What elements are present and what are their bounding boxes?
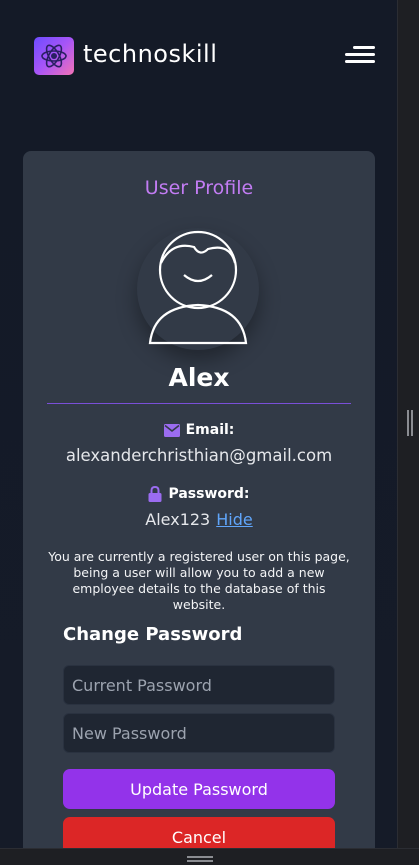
lock-icon [148, 486, 162, 502]
grip-icon [187, 856, 213, 862]
profile-card: User Profile Alex Email: alexanderchrist… [23, 151, 375, 865]
password-label-row: Password: [23, 486, 375, 502]
envelope-icon [163, 423, 180, 437]
avatar [134, 225, 262, 350]
atom-icon-glyph [41, 44, 67, 68]
change-password-title: Change Password [63, 624, 243, 645]
app-page: technoskill User Profile Alex Email: ale… [0, 0, 397, 865]
email-label-row: Email: [23, 422, 375, 438]
new-password-input[interactable] [63, 713, 335, 753]
current-password-input[interactable] [63, 665, 335, 705]
hide-password-link[interactable]: Hide [216, 510, 252, 529]
email-label: Email: [185, 422, 235, 438]
password-label: Password: [168, 486, 250, 502]
email-value: alexanderchristhian@gmail.com [65, 446, 333, 465]
atom-icon[interactable] [34, 37, 74, 75]
grip-icon [407, 410, 413, 436]
info-text: You are currently a registered user on t… [48, 549, 350, 612]
card-title: User Profile [144, 177, 254, 199]
horizontal-resize-handle[interactable] [0, 848, 419, 865]
header: technoskill [0, 0, 397, 112]
password-value: Alex123 [145, 510, 211, 529]
password-row: Alex123 Hide [23, 510, 375, 529]
user-name: Alex [168, 363, 230, 392]
update-password-button[interactable]: Update Password [63, 769, 335, 809]
user-avatar-icon [148, 230, 248, 345]
vertical-resize-handle[interactable] [397, 0, 419, 865]
divider [47, 403, 351, 404]
brand-name[interactable]: technoskill [83, 40, 217, 68]
hamburger-icon[interactable] [345, 46, 375, 64]
